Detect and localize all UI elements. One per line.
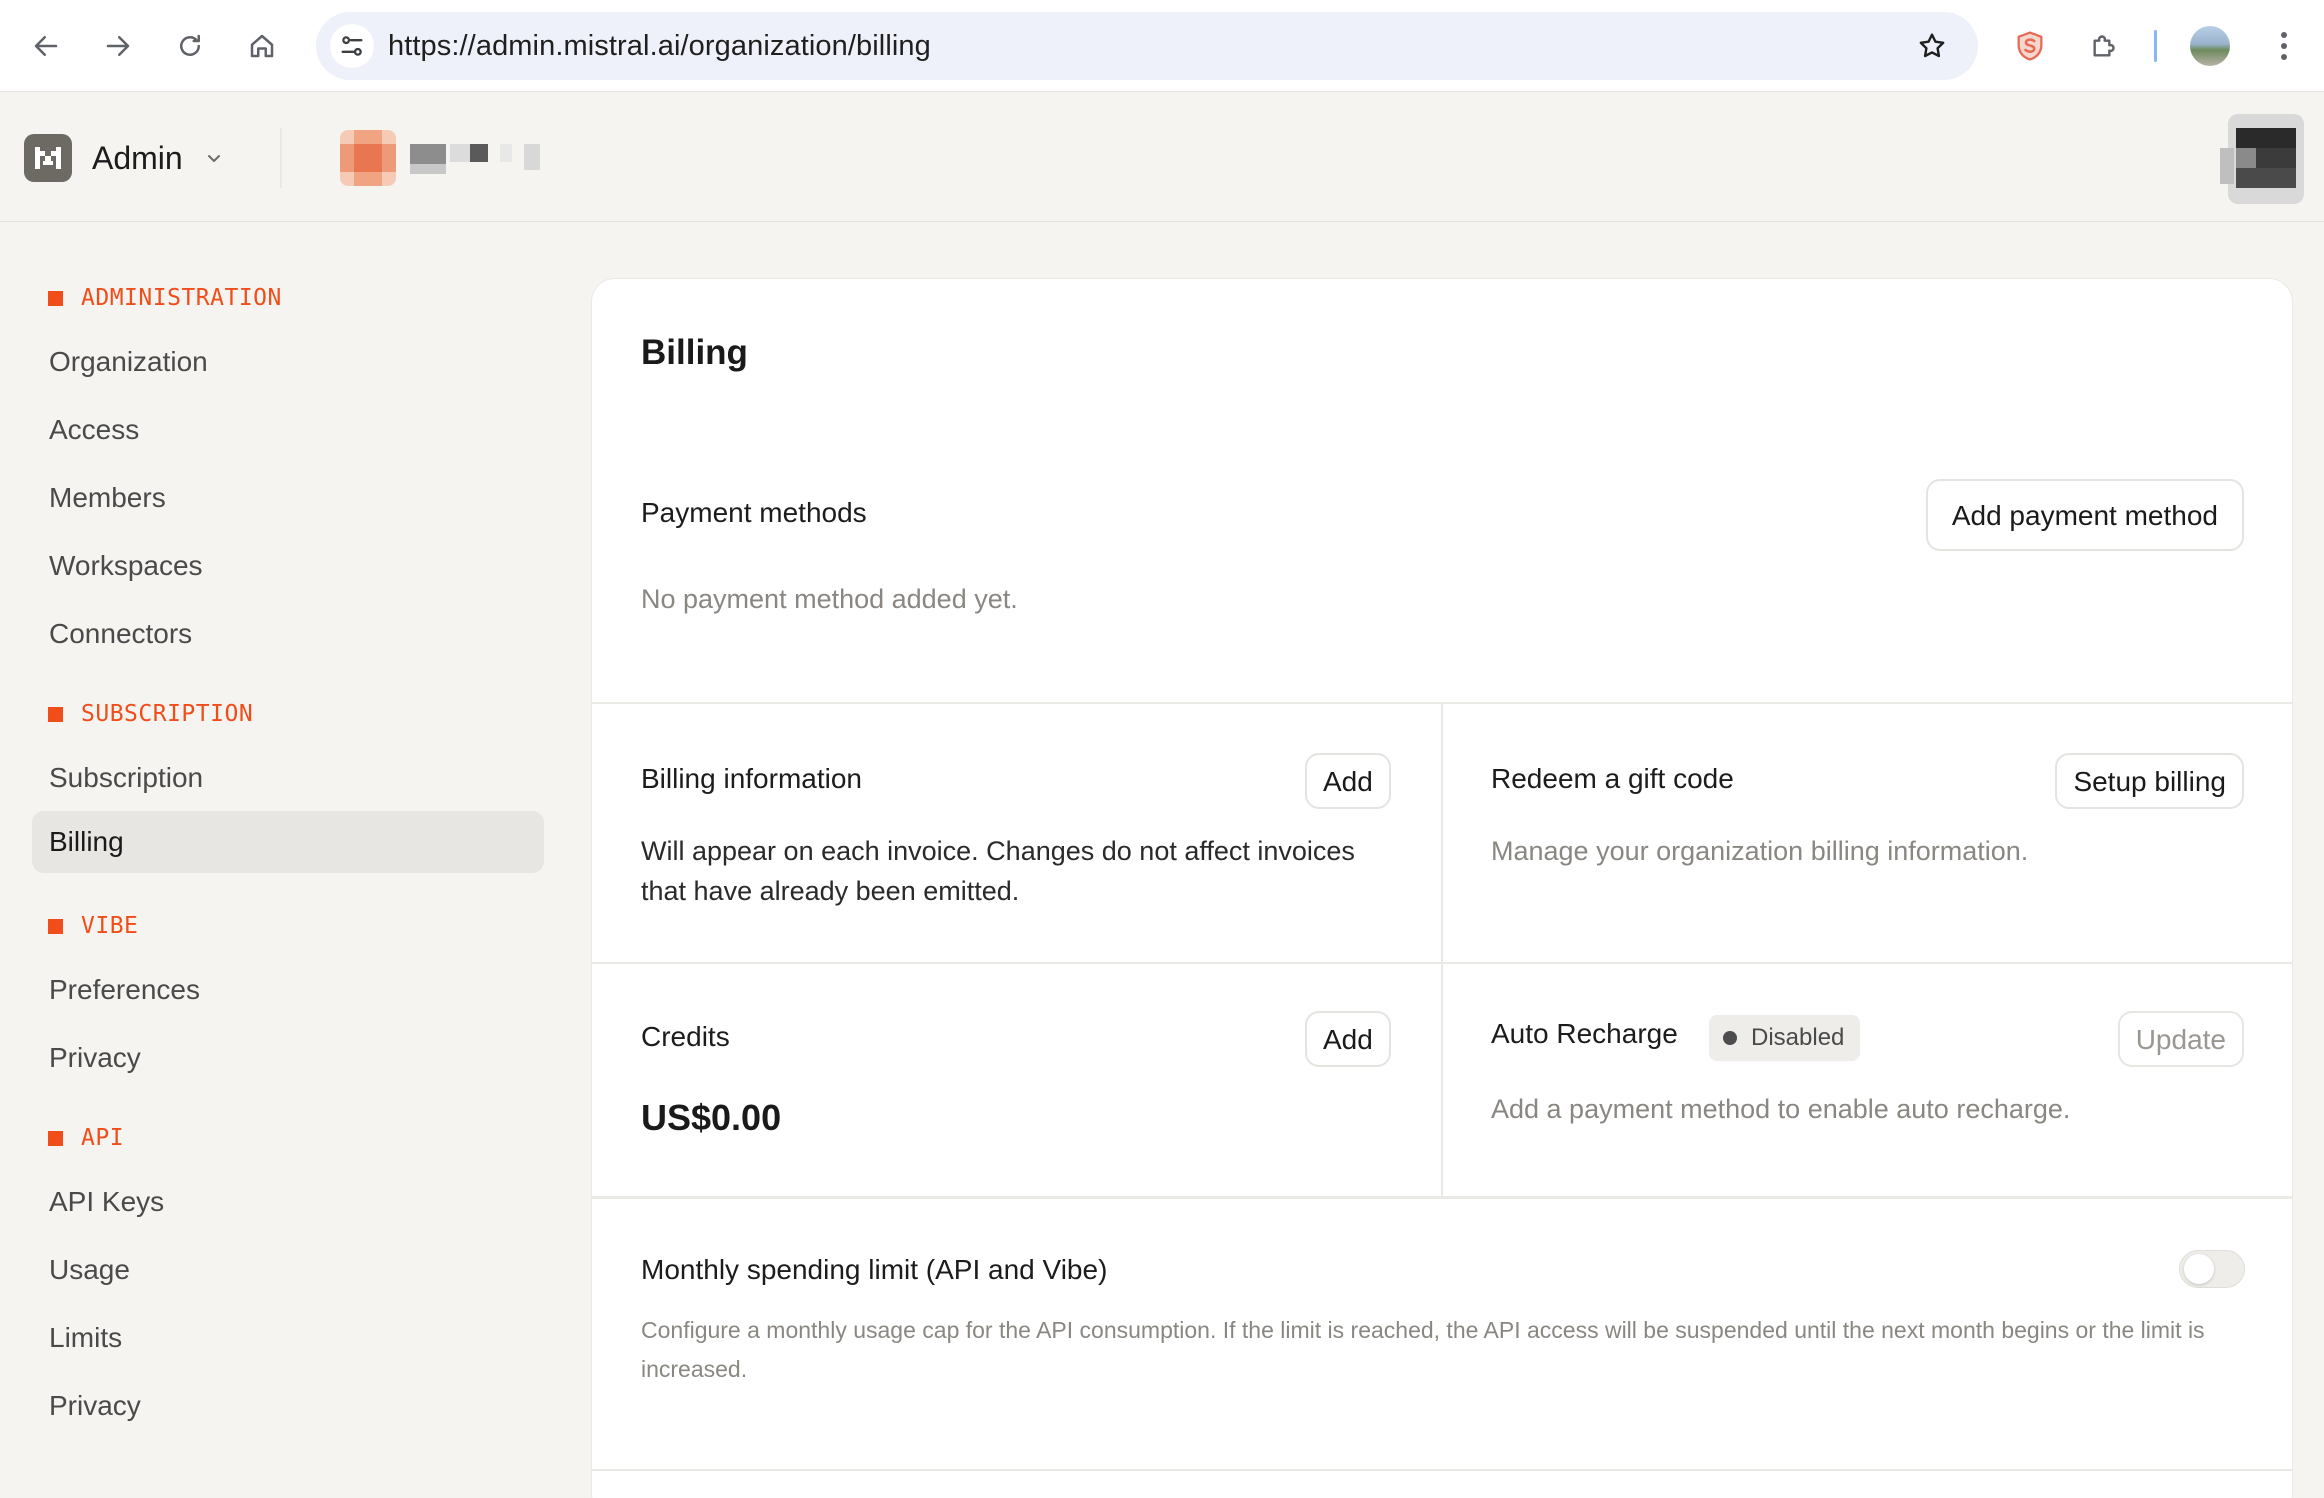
- credits-amount: US$0.00: [641, 1097, 782, 1138]
- gift-code-description: Manage your organization billing informa…: [1491, 836, 2029, 866]
- sidebar-item-organization[interactable]: Organization: [32, 331, 544, 393]
- browser-menu-button[interactable]: [2264, 26, 2304, 66]
- app-header: Admin: [0, 92, 2324, 222]
- divider: [592, 1196, 2292, 1199]
- chevron-down-icon[interactable]: [204, 148, 224, 168]
- section-marker-icon: [48, 1130, 63, 1146]
- add-billing-information-button[interactable]: Add: [1305, 753, 1391, 809]
- reload-button[interactable]: [166, 22, 214, 70]
- sidebar-section-vibe: VIBE: [48, 906, 138, 946]
- section-marker-icon: [48, 290, 63, 306]
- spending-limit-description: Configure a monthly usage cap for the AP…: [641, 1317, 2205, 1382]
- extensions-puzzle-icon[interactable]: [2084, 26, 2124, 66]
- sidebar-section-subscription: SUBSCRIPTION: [48, 694, 253, 734]
- divider: [592, 1469, 2292, 1471]
- forward-button[interactable]: [94, 22, 142, 70]
- payment-methods-empty-text: No payment method added yet.: [641, 584, 1018, 614]
- site-settings-icon[interactable]: [330, 24, 374, 68]
- status-dot-icon: [1723, 1031, 1737, 1045]
- sidebar-item-subscription[interactable]: Subscription: [32, 747, 544, 809]
- billing-information-title: Billing information: [641, 763, 862, 794]
- auto-recharge-title: Auto Recharge: [1491, 1018, 1678, 1049]
- sidebar-item-connectors[interactable]: Connectors: [32, 603, 544, 665]
- auto-recharge-description: Add a payment method to enable auto rech…: [1491, 1094, 2071, 1124]
- gift-code-title: Redeem a gift code: [1491, 763, 1734, 794]
- sidebar-item-members[interactable]: Members: [32, 467, 544, 529]
- address-bar[interactable]: https://admin.mistral.ai/organization/bi…: [316, 12, 1978, 80]
- arrow-right-icon: [106, 36, 130, 56]
- column-divider: [1441, 703, 1443, 1196]
- url-text[interactable]: https://admin.mistral.ai/organization/bi…: [388, 12, 931, 80]
- browser-toolbar: https://admin.mistral.ai/organization/bi…: [0, 0, 2324, 92]
- divider: [592, 962, 2292, 964]
- sidebar-section-administration: ADMINISTRATION: [48, 278, 282, 318]
- spending-limit-toggle[interactable]: [2179, 1250, 2245, 1288]
- sidebar-item-vibe-privacy[interactable]: Privacy: [32, 1027, 544, 1089]
- payment-methods-title: Payment methods: [641, 497, 867, 528]
- credits-title: Credits: [641, 1021, 730, 1052]
- header-divider: [280, 128, 282, 188]
- sidebar-item-limits[interactable]: Limits: [32, 1307, 544, 1369]
- section-marker-icon: [48, 918, 63, 934]
- auto-recharge-status-badge: Disabled: [1709, 1015, 1861, 1061]
- page-title: Billing: [641, 333, 748, 372]
- sidebar-section-api: API: [48, 1118, 124, 1158]
- bookmark-star-icon[interactable]: [1916, 30, 1948, 62]
- sidebar-item-billing[interactable]: Billing: [32, 811, 544, 873]
- home-icon: [250, 34, 274, 58]
- billing-card: Billing Payment methods Add payment meth…: [591, 278, 2293, 1498]
- sidebar-item-workspaces[interactable]: Workspaces: [32, 535, 544, 597]
- home-button[interactable]: [238, 22, 286, 70]
- user-avatar[interactable]: [2220, 110, 2312, 206]
- mistral-logo-icon[interactable]: [24, 134, 72, 182]
- browser-profile-avatar[interactable]: [2190, 26, 2230, 66]
- toggle-knob: [2184, 1254, 2214, 1284]
- add-payment-method-button[interactable]: Add payment method: [1925, 479, 2244, 551]
- update-auto-recharge-button[interactable]: Update: [2117, 1011, 2244, 1067]
- section-marker-icon: [48, 706, 63, 722]
- sidebar-item-api-keys[interactable]: API Keys: [32, 1171, 544, 1233]
- billing-information-description: Will appear on each invoice. Changes do …: [641, 836, 1355, 906]
- reload-icon: [180, 34, 200, 56]
- sidebar-item-usage[interactable]: Usage: [32, 1239, 544, 1301]
- extension-shield-icon[interactable]: [2010, 26, 2050, 66]
- sidebar-item-access[interactable]: Access: [32, 399, 544, 461]
- sidebar-item-api-privacy[interactable]: Privacy: [32, 1375, 544, 1437]
- arrow-left-icon: [34, 36, 58, 56]
- organization-name-redacted[interactable]: [340, 130, 540, 186]
- setup-billing-button[interactable]: Setup billing: [2055, 753, 2244, 809]
- toolbar-divider: [2154, 30, 2157, 62]
- add-credits-button[interactable]: Add: [1305, 1011, 1391, 1067]
- app-switcher-title[interactable]: Admin: [92, 132, 183, 184]
- sidebar: ADMINISTRATION Organization Access Membe…: [0, 222, 590, 1498]
- spending-limit-title: Monthly spending limit (API and Vibe): [641, 1254, 1108, 1285]
- sidebar-item-preferences[interactable]: Preferences: [32, 959, 544, 1021]
- back-button[interactable]: [22, 22, 70, 70]
